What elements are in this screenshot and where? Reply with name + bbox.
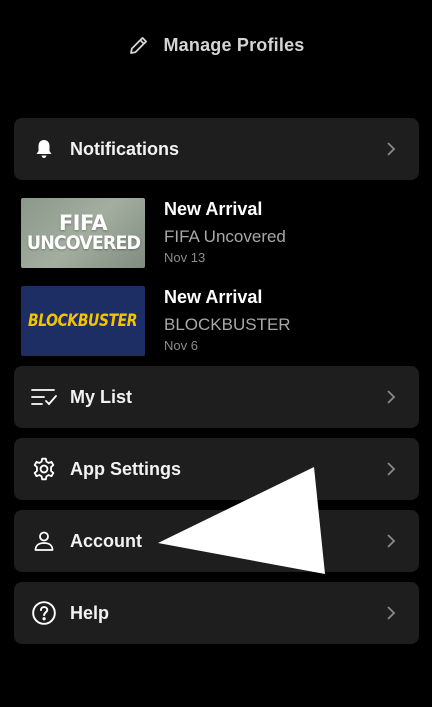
person-icon [30, 527, 58, 555]
app-settings-label: App Settings [70, 458, 181, 479]
my-list-row[interactable]: My List [14, 366, 419, 428]
help-circle-icon [30, 599, 58, 627]
notification-item[interactable]: FIFA UNCOVERED New Arrival FIFA Uncovere… [21, 198, 411, 270]
notification-type: New Arrival [164, 287, 263, 307]
thumbnail-title-line: BLOCKBUSTER [28, 311, 138, 331]
notification-type: New Arrival [164, 199, 263, 219]
my-list-label: My List [70, 386, 133, 407]
account-label: Account [70, 530, 142, 551]
notification-item[interactable]: BLOCKBUSTER New Arrival BLOCKBUSTER Nov … [21, 286, 411, 358]
chevron-right-icon [387, 142, 396, 156]
gear-icon [30, 455, 58, 483]
blockbuster-thumbnail: BLOCKBUSTER [21, 286, 145, 356]
fifa-uncovered-thumbnail: FIFA UNCOVERED [21, 198, 145, 268]
notification-date: Nov 13 [164, 250, 206, 265]
manage-profiles-button[interactable]: Manage Profiles [0, 28, 432, 62]
chevron-right-icon [387, 534, 396, 548]
manage-profiles-label: Manage Profiles [163, 34, 305, 55]
chevron-right-icon [387, 390, 396, 404]
help-label: Help [70, 602, 110, 623]
list-check-icon [30, 383, 58, 411]
chevron-right-icon [387, 606, 396, 620]
app-settings-row[interactable]: App Settings [14, 438, 419, 500]
thumbnail-title-line: UNCOVERED [26, 232, 140, 254]
notifications-label: Notifications [70, 138, 180, 159]
notifications-row[interactable]: Notifications [14, 118, 419, 180]
pencil-icon [127, 33, 151, 57]
account-row[interactable]: Account [14, 510, 419, 572]
thumbnail-title-line: FIFA [58, 211, 108, 235]
notification-date: Nov 6 [164, 338, 198, 353]
notification-title: BLOCKBUSTER [164, 315, 291, 334]
bell-icon [30, 135, 58, 163]
chevron-right-icon [387, 462, 396, 476]
notification-title: FIFA Uncovered [164, 227, 286, 246]
help-row[interactable]: Help [14, 582, 419, 644]
